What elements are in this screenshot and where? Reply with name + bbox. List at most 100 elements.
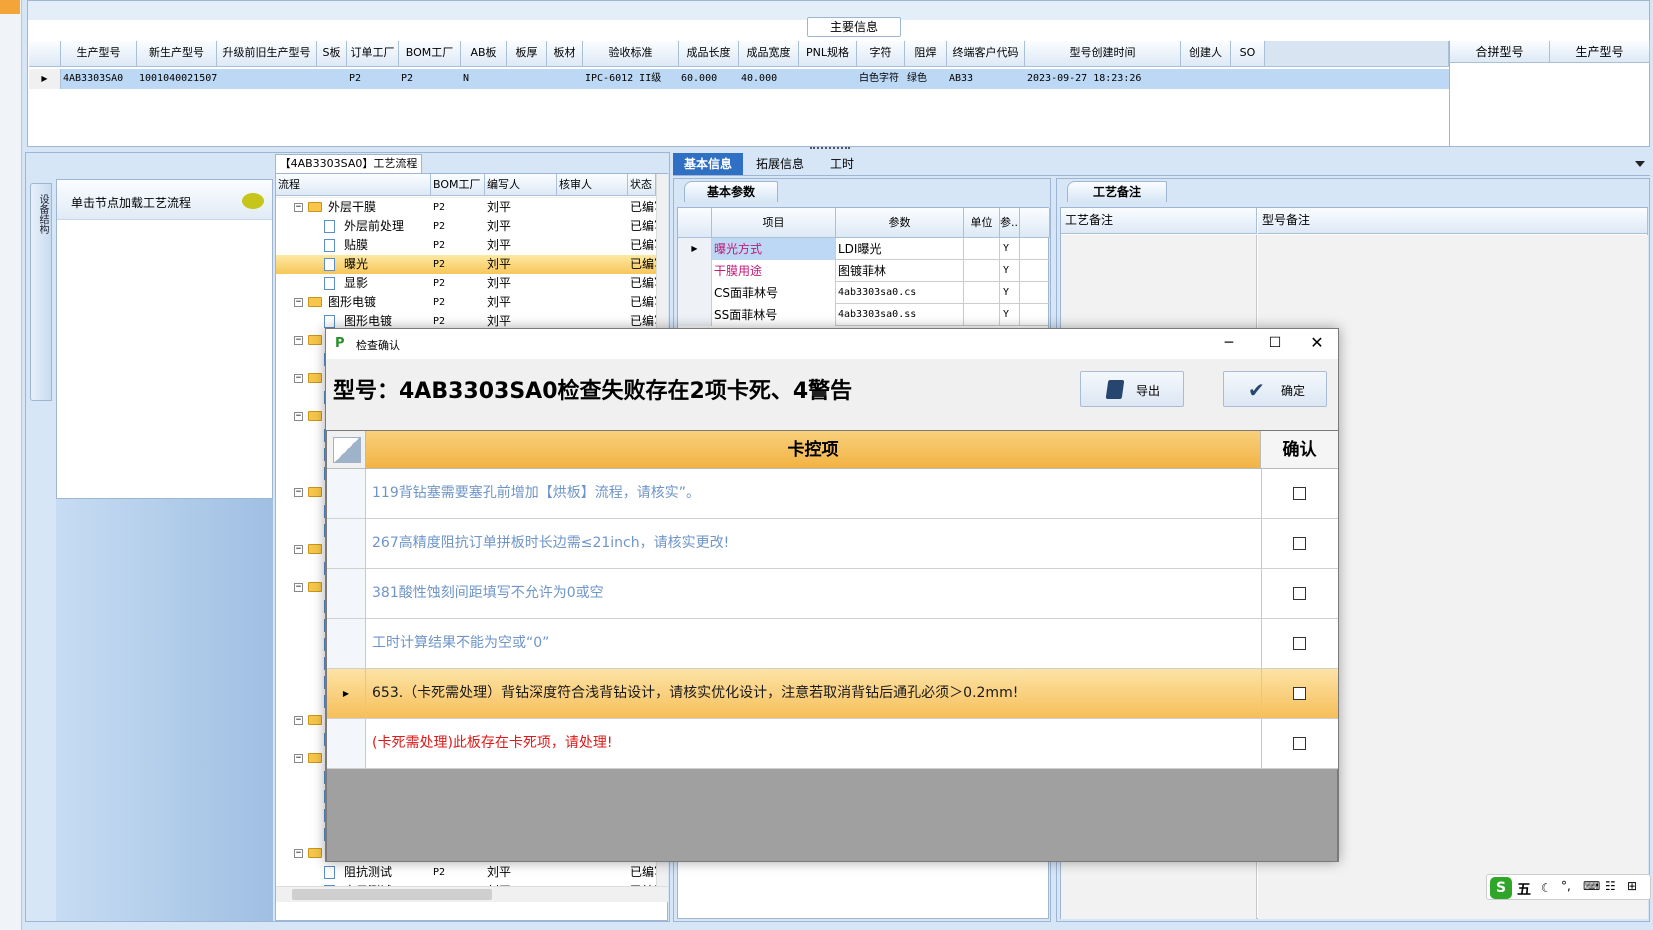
- ime-toolbar[interactable]: S 五 ☾ °, ⌨ ☷ ⊞: [1486, 874, 1651, 900]
- main-cell-14[interactable]: 绿色: [905, 69, 947, 89]
- subtab-basic-params[interactable]: 基本参数: [684, 181, 778, 202]
- tree-col-2[interactable]: 编写人: [485, 174, 557, 196]
- tree-row[interactable]: − 外层干膜 P2 刘平 已编写: [276, 198, 656, 217]
- main-col-4[interactable]: 订单工厂: [347, 41, 399, 67]
- keyboard-icon[interactable]: ⌨: [1583, 879, 1600, 893]
- main-cell-4[interactable]: P2: [347, 69, 399, 89]
- confirm-checkbox[interactable]: [1293, 737, 1306, 750]
- confirm-checkbox[interactable]: [1293, 537, 1306, 550]
- main-col-10[interactable]: 成品长度: [679, 41, 739, 67]
- main-col-7[interactable]: 板厚: [507, 41, 547, 67]
- tree-col-0[interactable]: 流程: [276, 174, 431, 196]
- tree-col-4[interactable]: 状态: [628, 174, 656, 196]
- ok-button[interactable]: ✔ 确定: [1223, 371, 1327, 407]
- main-cell-8[interactable]: [547, 69, 583, 89]
- confirm-checkbox[interactable]: [1293, 587, 1306, 600]
- ime-mode-label[interactable]: 五: [1517, 879, 1531, 899]
- main-col-6[interactable]: AB板: [461, 41, 507, 67]
- params-row[interactable]: 干膜用途 图镀菲林 Y: [678, 260, 1050, 282]
- params-col-5[interactable]: [1020, 208, 1050, 238]
- main-cell-7[interactable]: [507, 69, 547, 89]
- punctuation-icon[interactable]: °,: [1561, 879, 1571, 893]
- main-cell-12[interactable]: [799, 69, 857, 89]
- params-col-2[interactable]: 参数: [836, 208, 964, 238]
- load-hint[interactable]: 单击节点加载工艺流程: [71, 194, 191, 211]
- confirm-checkbox[interactable]: [1293, 687, 1306, 700]
- main-col-0[interactable]: 生产型号: [61, 41, 137, 67]
- collapse-icon[interactable]: −: [294, 336, 303, 345]
- main-col-1[interactable]: 新生产型号: [137, 41, 217, 67]
- collapse-icon[interactable]: −: [294, 412, 303, 421]
- control-item-row[interactable]: 381酸性蚀刻间距填写不允许为0或空: [327, 569, 1338, 619]
- merge-col-0[interactable]: 合拼型号: [1450, 41, 1550, 63]
- main-cell-2[interactable]: [217, 69, 317, 89]
- tree-hscroll[interactable]: [276, 886, 668, 902]
- main-cell-9[interactable]: IPC-6012 II级: [583, 69, 679, 89]
- equipment-tab[interactable]: 设备结构: [30, 183, 52, 401]
- col-header-confirm[interactable]: 确认: [1261, 431, 1338, 469]
- params-row[interactable]: CS面菲林号 4ab3303sa0.cs Y: [678, 282, 1050, 304]
- main-cell-16[interactable]: 2023-09-27 18:23:26: [1025, 69, 1181, 89]
- confirm-checkbox[interactable]: [1293, 637, 1306, 650]
- main-col-17[interactable]: 创建人: [1181, 41, 1231, 67]
- collapse-icon[interactable]: −: [294, 583, 303, 592]
- comment-icon[interactable]: [242, 193, 264, 209]
- collapse-icon[interactable]: −: [294, 203, 303, 212]
- tree-row[interactable]: 贴膜 P2 刘平 已编写: [276, 236, 656, 255]
- control-item-row[interactable]: ▶ 653.（卡死需处理）背钻深度符合浅背钻设计，请核实优化设计，注意若取消背钻后…: [327, 669, 1338, 719]
- params-col-3[interactable]: 单位: [964, 208, 1000, 238]
- main-col-5[interactable]: BOM工厂: [399, 41, 461, 67]
- params-row[interactable]: SS面菲林号 4ab3303sa0.ss Y: [678, 304, 1050, 326]
- merge-col-1[interactable]: 生产型号: [1550, 41, 1650, 63]
- main-cell-13[interactable]: 白色字符: [857, 69, 905, 89]
- export-button[interactable]: 导出: [1080, 371, 1184, 407]
- collapse-icon[interactable]: −: [294, 298, 303, 307]
- tree-row[interactable]: 显影 P2 刘平 已编写: [276, 274, 656, 293]
- main-cell-3[interactable]: [317, 69, 347, 89]
- tree-row[interactable]: 外层前处理 P2 刘平 已编写: [276, 217, 656, 236]
- main-col-15[interactable]: 终端客户代码: [947, 41, 1025, 67]
- tree-row[interactable]: 阻抗测试 P2 刘平 已编写: [276, 863, 656, 882]
- control-item-row[interactable]: 工时计算结果不能为空或“0”: [327, 619, 1338, 669]
- tab-extended-info[interactable]: 拓展信息: [745, 153, 815, 175]
- minimize-button[interactable]: ─: [1206, 329, 1252, 359]
- main-cell-11[interactable]: 40.000: [739, 69, 799, 89]
- grid-icon[interactable]: ⊞: [1627, 879, 1637, 893]
- main-cell-6[interactable]: N: [461, 69, 507, 89]
- main-col-14[interactable]: 阻焊: [905, 41, 947, 67]
- maximize-button[interactable]: ☐: [1252, 329, 1298, 359]
- param-value[interactable]: 图镀菲林: [836, 260, 964, 282]
- main-col-9[interactable]: 验收标准: [583, 41, 679, 67]
- tree-col-1[interactable]: BOM工厂: [431, 174, 485, 196]
- collapse-icon[interactable]: −: [294, 849, 303, 858]
- main-cell-0[interactable]: 4AB3303SA0: [61, 69, 137, 89]
- close-button[interactable]: ✕: [1294, 329, 1340, 359]
- control-item-row[interactable]: (卡死需处理)此板存在卡死项，请处理!: [327, 719, 1338, 769]
- collapse-icon[interactable]: −: [294, 488, 303, 497]
- main-cell-15[interactable]: AB33: [947, 69, 1025, 89]
- params-col-1[interactable]: 项目: [712, 208, 836, 238]
- chevron-down-icon[interactable]: [1635, 161, 1645, 167]
- main-col-2[interactable]: 升级前旧生产型号: [217, 41, 317, 67]
- dialog-titlebar[interactable]: P 检查确认 ─ ☐ ✕: [326, 329, 1338, 359]
- collapse-icon[interactable]: −: [294, 754, 303, 763]
- main-cell-1[interactable]: 10010400215073: [137, 69, 217, 89]
- main-cell-5[interactable]: P2: [399, 69, 461, 89]
- moon-icon[interactable]: ☾: [1541, 881, 1552, 895]
- tab-basic-info[interactable]: 基本信息: [673, 153, 743, 175]
- main-cell-18[interactable]: [1231, 69, 1265, 89]
- control-item-row[interactable]: 119背钻塞需要塞孔前增加【烘板】流程，请核实”。: [327, 469, 1338, 519]
- param-value[interactable]: 4ab3303sa0.ss: [836, 304, 964, 326]
- main-col-8[interactable]: 板材: [547, 41, 583, 67]
- main-col-3[interactable]: S板: [317, 41, 347, 67]
- tree-row[interactable]: − 图形电镀 P2 刘平 已编写: [276, 293, 656, 312]
- subtab-process-remarks[interactable]: 工艺备注: [1067, 181, 1167, 202]
- param-value[interactable]: 4ab3303sa0.cs: [836, 282, 964, 304]
- params-row[interactable]: ▶ 曝光方式 LDI曝光 Y: [678, 238, 1050, 260]
- main-col-13[interactable]: 字符: [857, 41, 905, 67]
- tree-col-3[interactable]: 核审人: [557, 174, 628, 196]
- params-col-4[interactable]: 参...: [1000, 208, 1020, 238]
- main-col-11[interactable]: 成品宽度: [739, 41, 799, 67]
- control-item-row[interactable]: 267高精度阻抗订单拼板时长边需≤21inch，请核实更改!: [327, 519, 1338, 569]
- main-cell-17[interactable]: [1181, 69, 1231, 89]
